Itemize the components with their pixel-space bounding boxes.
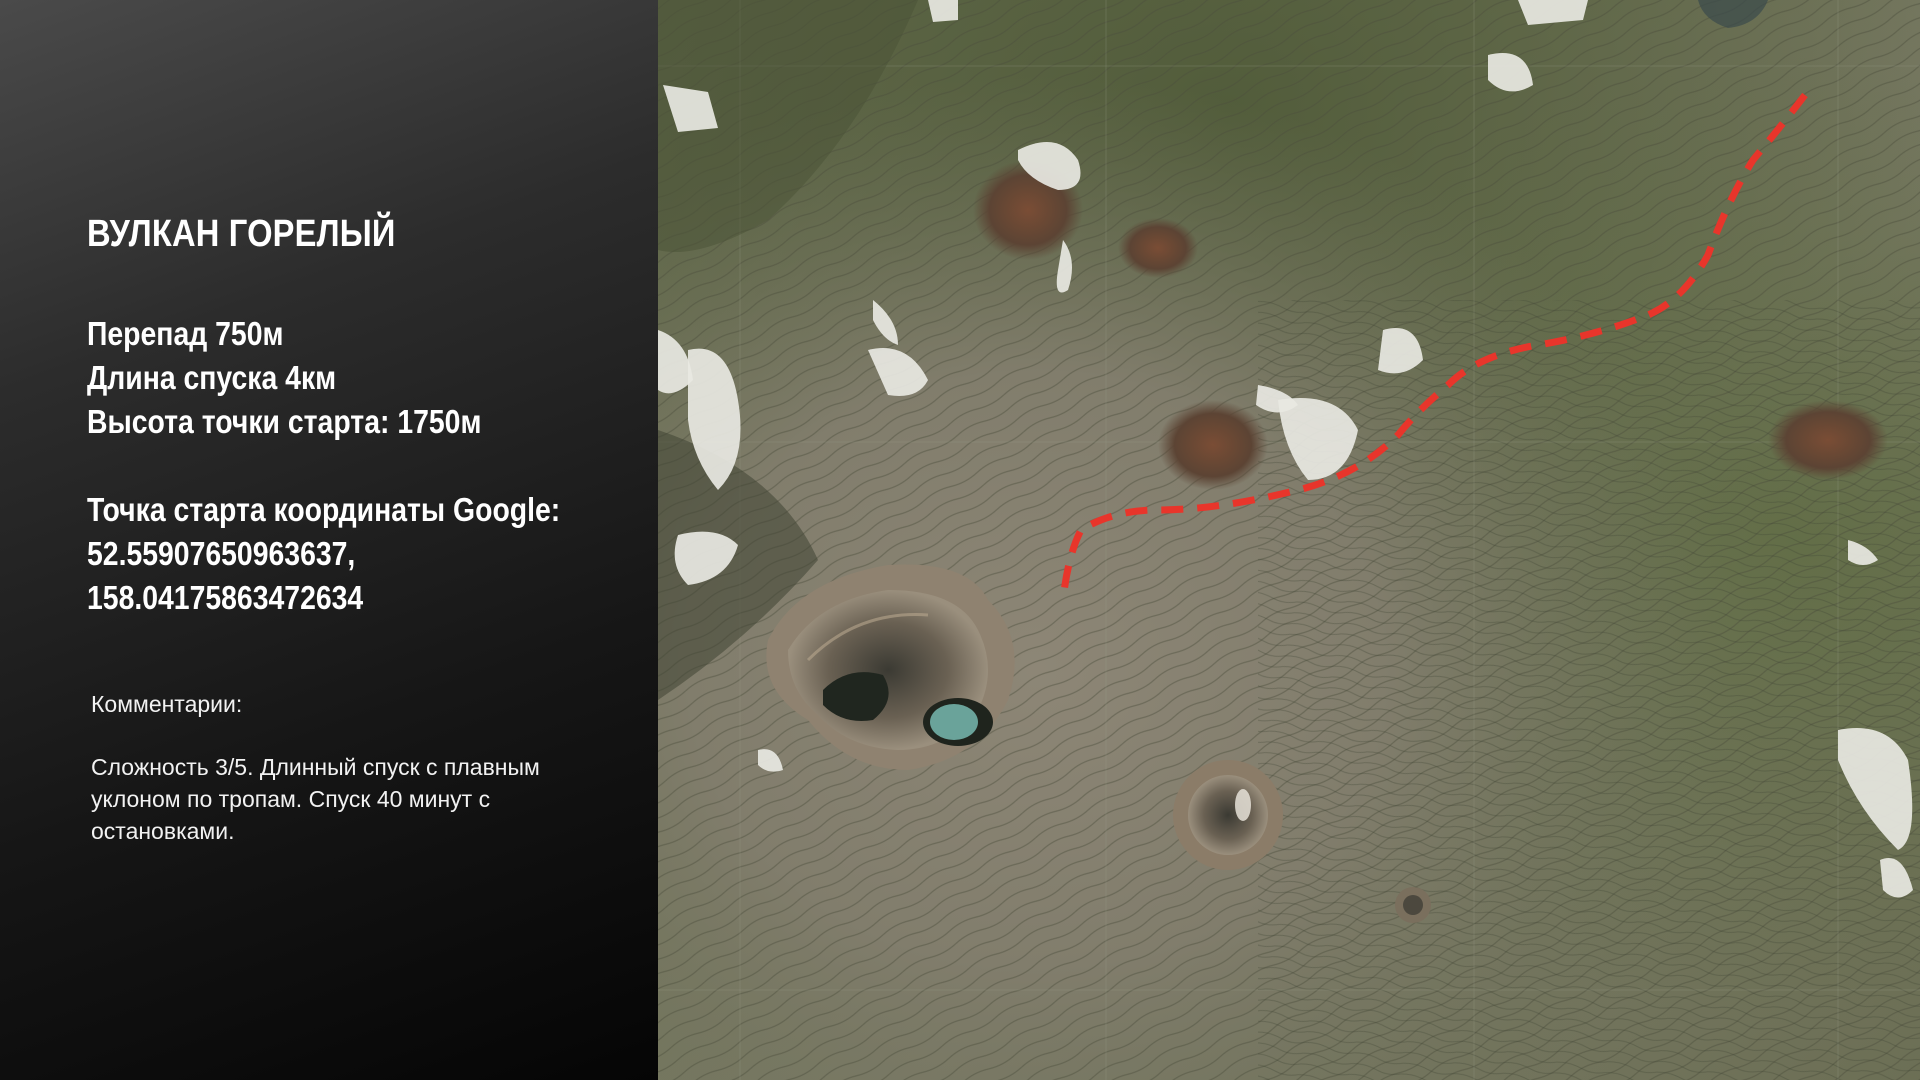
satellite-terrain-image bbox=[658, 0, 1920, 1080]
slide: ВУЛКАН ГОРЕЛЫЙ Перепад 750м Длина спуска… bbox=[0, 0, 1920, 1080]
comments-text: Сложность 3/5. Длинный спуск с плавным у… bbox=[91, 754, 540, 844]
comments-block: Комментарии: Сложность 3/5. Длинный спус… bbox=[91, 688, 591, 847]
coordinates-label: Точка старта координаты Google: bbox=[87, 491, 561, 528]
coordinates-lat: 52.55907650963637, bbox=[87, 535, 356, 572]
coordinates-lon: 158.04175863472634 bbox=[87, 579, 364, 616]
volcano-title: ВУЛКАН ГОРЕЛЫЙ bbox=[87, 213, 396, 255]
route-stats: Перепад 750м Длина спуска 4км Высота точ… bbox=[87, 312, 481, 444]
comments-label: Комментарии: bbox=[91, 691, 243, 717]
info-panel: ВУЛКАН ГОРЕЛЫЙ Перепад 750м Длина спуска… bbox=[0, 0, 658, 1080]
start-altitude: Высота точки старта: 1750м bbox=[87, 403, 482, 440]
descent-length: Длина спуска 4км bbox=[87, 359, 337, 396]
satellite-map bbox=[658, 0, 1920, 1080]
elevation-drop: Перепад 750м bbox=[87, 315, 284, 352]
start-coordinates: Точка старта координаты Google: 52.55907… bbox=[87, 488, 560, 620]
